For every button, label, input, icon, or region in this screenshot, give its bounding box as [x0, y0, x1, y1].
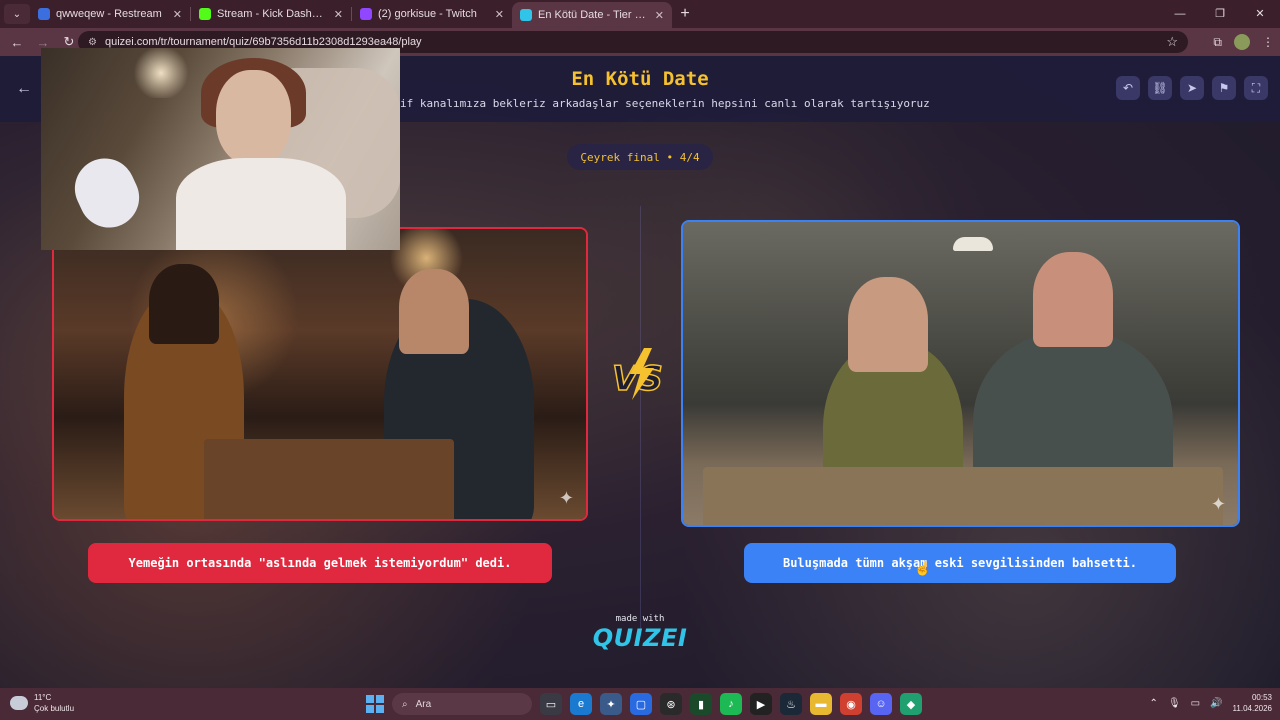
twitch-favicon-icon — [360, 8, 372, 20]
extensions-icon[interactable]: ⧉ — [1213, 35, 1222, 50]
tray-expand-icon[interactable]: ⌃ — [1150, 698, 1158, 709]
tab-search-menu-button[interactable]: ⌄ — [4, 4, 30, 24]
versus-icon: VS — [611, 348, 664, 400]
search-icon: ⌕ — [402, 698, 408, 710]
left-answer-button[interactable]: Yemeğin ortasında "aslında gelmek istemi… — [88, 543, 552, 583]
close-tab-icon[interactable]: ✕ — [655, 9, 664, 22]
woman-head — [848, 277, 928, 372]
webcam-overlay — [41, 48, 400, 250]
close-tab-icon[interactable]: ✕ — [173, 8, 182, 21]
toolbar-right-icons: ⧉ ⋮ — [1213, 28, 1274, 56]
clock[interactable]: 00:53 11.04.2026 — [1233, 692, 1272, 714]
url-text: quizei.com/tr/tournament/quiz/69b7356d11… — [104, 36, 422, 48]
system-tray: ⌃ 🎙 ▭ 🔊 00:53 11.04.2026 — [1150, 692, 1272, 714]
cloud-icon — [10, 696, 28, 710]
app-icon-blue[interactable]: ▢ — [630, 693, 652, 715]
tab-kick-dashboard[interactable]: Stream - Kick Dashboard ✕ — [191, 0, 351, 28]
fullscreen-icon[interactable]: ⛶ — [1244, 76, 1268, 100]
flag-icon[interactable]: ⚑ — [1212, 76, 1236, 100]
undo-icon[interactable]: ↶ — [1116, 76, 1140, 100]
weather-temp: 11°C — [34, 693, 52, 702]
start-icon[interactable] — [366, 695, 384, 713]
task-view-icon[interactable]: ▭ — [540, 693, 562, 715]
tab-quizei[interactable]: En Kötü Date - Tier List, Kör Sır ✕ — [512, 2, 672, 28]
close-tab-icon[interactable]: ✕ — [334, 8, 343, 21]
streamer-body — [176, 158, 346, 250]
edge-icon[interactable]: e — [570, 693, 592, 715]
search-placeholder: Ara — [415, 698, 432, 710]
quizei-logo[interactable]: QUIZEI — [590, 624, 690, 652]
close-window-icon[interactable]: ✕ — [1240, 0, 1280, 28]
sparkle-icon: ✦ — [558, 488, 574, 508]
tab-twitch[interactable]: (2) gorkisue - Twitch ✕ — [352, 0, 512, 28]
header-actions: ↶ ⛓ ➤ ⚑ ⛶ — [1116, 76, 1268, 100]
pendant-lamp — [953, 237, 993, 251]
bookmark-star-icon[interactable]: ☆ — [1166, 34, 1178, 50]
steam-icon[interactable]: ♨ — [780, 693, 802, 715]
quizei-favicon-icon — [520, 9, 532, 21]
tab-title: (2) gorkisue - Twitch — [378, 8, 477, 20]
close-tab-icon[interactable]: ✕ — [495, 8, 504, 21]
weather-widget[interactable]: 11°C Çok bulutlu — [10, 692, 74, 714]
weather-desc: Çok bulutlu — [34, 704, 75, 713]
round-badge: Çeyrek final • 4/4 — [567, 144, 713, 170]
clock-time: 00:53 — [1251, 693, 1272, 702]
new-tab-button[interactable]: + — [672, 5, 698, 23]
browser-tab-strip: ⌄ qwweqew - Restream ✕ Stream - Kick Das… — [0, 0, 1280, 28]
sparkle-icon: ✦ — [1210, 494, 1226, 514]
app-icon-dark[interactable]: ▶ — [750, 693, 772, 715]
discord-icon[interactable]: ☺ — [870, 693, 892, 715]
tab-title: qwweqew - Restream — [56, 8, 162, 20]
man-head — [399, 269, 469, 354]
table — [703, 467, 1223, 525]
restore-icon[interactable]: ❐ — [1200, 0, 1240, 28]
right-answer-button[interactable]: Buluşmada tümn akşam eski sevgilisinden … — [744, 543, 1176, 583]
share-icon[interactable]: ➤ — [1180, 76, 1204, 100]
spotify-icon[interactable]: ♪ — [720, 693, 742, 715]
menu-icon[interactable]: ⋮ — [1262, 35, 1274, 49]
chrome-icon[interactable]: ◉ — [840, 693, 862, 715]
kick-favicon-icon — [199, 8, 211, 20]
windows-taskbar: 11°C Çok bulutlu ⌕ Ara ▭ e ✦ ▢ ⊛ ▮ ♪ ▶ ♨… — [0, 688, 1280, 720]
app-icon[interactable]: ✦ — [600, 693, 622, 715]
window-controls: — ❐ ✕ — [1160, 0, 1280, 28]
clock-date: 11.04.2026 — [1232, 704, 1272, 713]
app-icon-teal[interactable]: ◆ — [900, 693, 922, 715]
center-divider — [640, 206, 641, 636]
minimize-icon[interactable]: — — [1160, 0, 1200, 28]
left-option-card[interactable]: ✦ — [52, 227, 588, 521]
taskbar-apps: ⌕ Ara ▭ e ✦ ▢ ⊛ ▮ ♪ ▶ ♨ ▬ ◉ ☺ ◆ — [366, 692, 922, 716]
streamer-face — [216, 70, 291, 165]
quiz-subtitle: if kanalımıza bekleriz arkadaşlar seçene… — [400, 97, 930, 110]
tab-restream[interactable]: qwweqew - Restream ✕ — [30, 0, 190, 28]
taskbar-search[interactable]: ⌕ Ara — [392, 693, 532, 715]
site-info-icon[interactable]: ⚙ — [88, 37, 97, 48]
table — [204, 439, 454, 519]
microphone-icon[interactable]: 🎙 — [1168, 698, 1181, 709]
lamp — [131, 48, 191, 98]
tab-title: Stream - Kick Dashboard — [217, 8, 328, 20]
made-with-label: made with — [615, 614, 665, 624]
restream-favicon-icon — [38, 8, 50, 20]
right-option-image — [683, 222, 1238, 525]
chatgpt-icon[interactable]: ⊛ — [660, 693, 682, 715]
app-icon-green[interactable]: ▮ — [690, 693, 712, 715]
right-option-card[interactable]: ✦ — [681, 220, 1240, 527]
profile-avatar-icon[interactable] — [1234, 34, 1250, 50]
left-option-image — [54, 229, 586, 519]
back-icon[interactable]: ← — [4, 35, 30, 50]
tab-title: En Kötü Date - Tier List, Kör Sır — [538, 9, 649, 21]
man-head — [1033, 252, 1113, 347]
network-icon[interactable]: ▭ — [1191, 698, 1200, 709]
link-icon[interactable]: ⛓ — [1148, 76, 1172, 100]
file-explorer-icon[interactable]: ▬ — [810, 693, 832, 715]
woman-head — [149, 264, 219, 344]
volume-icon[interactable]: 🔊 — [1210, 698, 1222, 709]
mouse-cursor-icon: ☝ — [914, 560, 932, 576]
microphone — [65, 148, 149, 238]
